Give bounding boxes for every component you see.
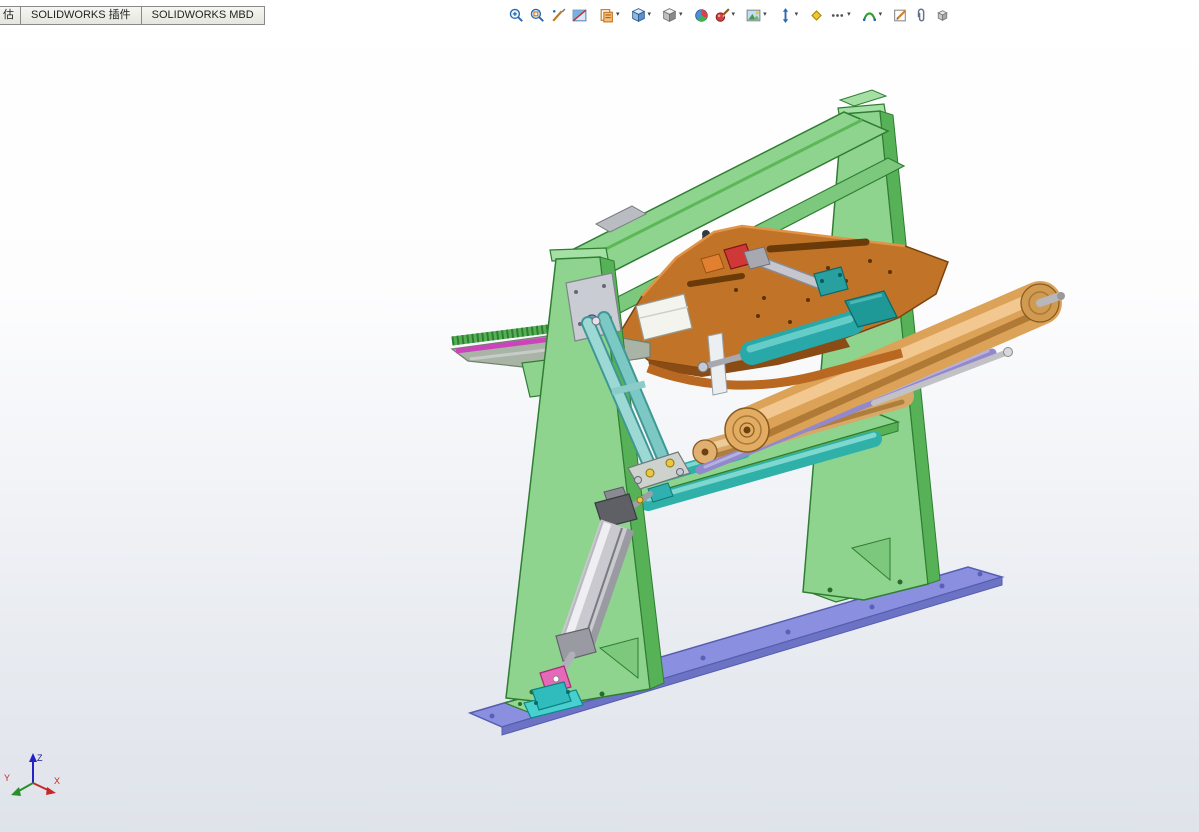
display-style-button[interactable]: ▾ [660, 5, 684, 25]
tab-solidworks-mbd[interactable]: SOLIDWORKS MBD [141, 6, 265, 25]
viewport-3d[interactable]: Z Y X [0, 0, 1199, 832]
annotation-views-icon [598, 7, 615, 24]
more-options-icon [829, 7, 846, 24]
edit-sketch-icon [892, 7, 909, 24]
zoom-to-area-button[interactable] [528, 5, 547, 25]
edit-appearance-icon [714, 7, 731, 24]
curvature-button[interactable]: ▾ [860, 5, 884, 25]
section-view-icon [571, 7, 588, 24]
tab-solidworks-addins[interactable]: SOLIDWORKS 插件 [20, 6, 142, 25]
triad-y-label: Y [4, 773, 10, 783]
display-style-icon [661, 7, 678, 24]
tab-evaluate-partial[interactable]: 估 [0, 6, 21, 25]
component-box-icon [934, 7, 951, 24]
zoom-to-selection-icon [550, 7, 567, 24]
edit-sketch-button[interactable] [891, 5, 910, 25]
apply-scene-icon [745, 7, 762, 24]
tab-label: SOLIDWORKS MBD [152, 9, 254, 21]
command-tab-bar: 估 SOLIDWORKS 插件 SOLIDWORKS MBD [0, 6, 265, 25]
zoom-to-fit-button[interactable] [507, 5, 526, 25]
dropdown-caret[interactable]: ▾ [732, 11, 736, 19]
apply-scene-button[interactable]: ▾ [744, 5, 768, 25]
dropdown-caret[interactable]: ▾ [795, 11, 799, 19]
snapshot-button[interactable] [807, 5, 826, 25]
view-settings-button[interactable]: ▾ [776, 5, 800, 25]
curvature-icon [861, 7, 878, 24]
hide-show-items-icon [693, 7, 710, 24]
components-button[interactable] [933, 5, 952, 25]
dropdown-caret[interactable]: ▾ [616, 11, 620, 19]
view-orientation-icon [630, 7, 647, 24]
triad-x-label: X [54, 776, 60, 786]
dropdown-caret[interactable]: ▾ [648, 11, 652, 19]
paperclip-icon [913, 7, 930, 24]
view-orientation-button[interactable]: ▾ [629, 5, 653, 25]
zoom-to-selection-button[interactable] [549, 5, 568, 25]
heads-up-toolbar: ▾ ▾ ▾ ▾ [506, 5, 953, 25]
more-display-options-button[interactable]: ▾ [828, 5, 852, 25]
snapshot-icon [808, 7, 825, 24]
orientation-triad: Z Y X [4, 753, 60, 796]
attachments-button[interactable] [912, 5, 931, 25]
view-settings-icon [777, 7, 794, 24]
tab-label: 估 [3, 9, 14, 21]
dropdown-caret[interactable]: ▾ [879, 11, 883, 19]
dropdown-caret[interactable]: ▾ [679, 11, 683, 19]
hide-show-items-button[interactable] [692, 5, 711, 25]
tab-label: SOLIDWORKS 插件 [31, 9, 131, 21]
dropdown-caret[interactable]: ▾ [847, 11, 851, 19]
zoom-to-fit-icon [508, 7, 525, 24]
dropdown-caret[interactable]: ▾ [763, 11, 767, 19]
triad-z-label: Z [37, 753, 43, 763]
zoom-to-area-icon [529, 7, 546, 24]
section-view-button[interactable] [570, 5, 589, 25]
annotation-views-button[interactable]: ▾ [597, 5, 621, 25]
edit-appearance-button[interactable]: ▾ [713, 5, 737, 25]
